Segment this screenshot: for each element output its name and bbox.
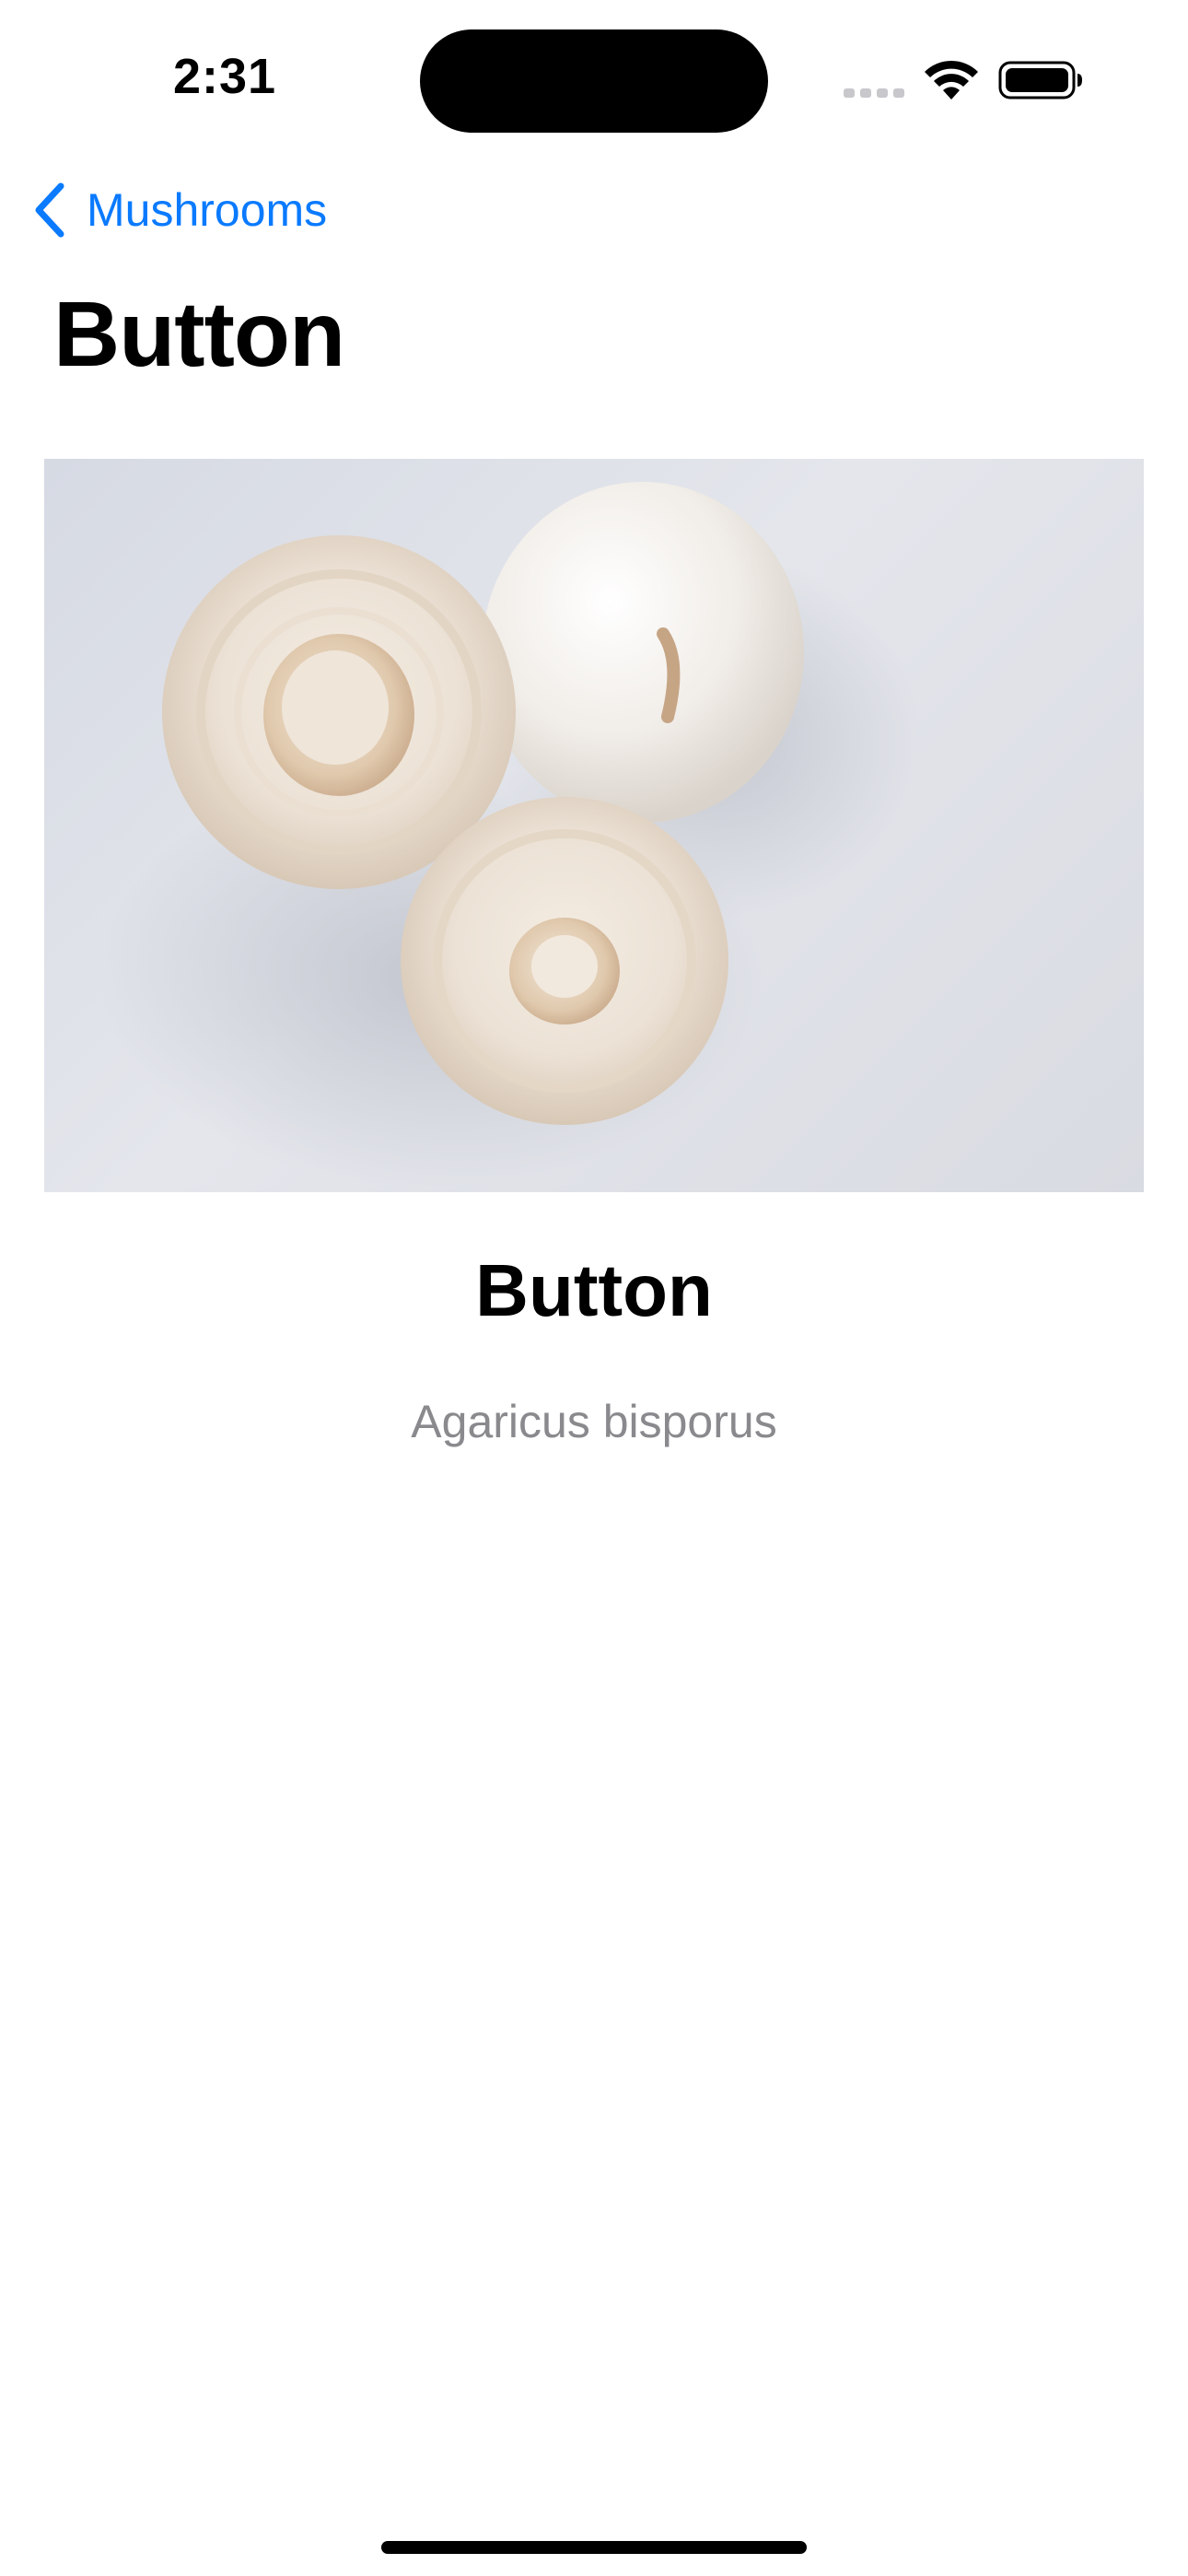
page-title: Button [53,283,345,386]
home-indicator[interactable] [381,2541,807,2554]
status-time: 2:31 [173,49,277,104]
cellular-signal-icon [844,85,906,98]
status-bar: 2:31 [0,0,1188,157]
dynamic-island [420,29,768,133]
scientific-name: Agaricus bisporus [411,1396,777,1447]
wifi-icon [925,60,978,100]
mushroom-illustration [99,482,919,1187]
back-button-label: Mushrooms [87,184,328,236]
mushroom-name: Button [475,1249,713,1331]
battery-icon [998,61,1082,100]
back-button[interactable]: Mushrooms [31,177,327,243]
chevron-left-icon [35,182,64,238]
mushroom-photo [44,459,1144,1192]
